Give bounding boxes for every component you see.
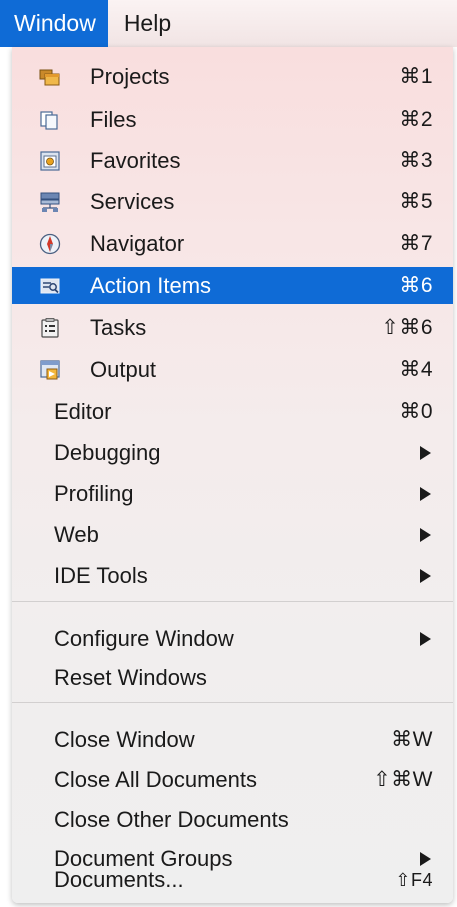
menu-item-reset-windows[interactable]: Reset Windows — [12, 659, 453, 696]
shortcut-label: ⌘7 — [399, 232, 433, 255]
menu-item-label: Services — [90, 188, 175, 214]
window-menu-dropdown: Projects ⌘1 Files ⌘2 Favorites ⌘3 Servic… — [12, 47, 453, 903]
submenu-arrow-icon — [420, 486, 431, 501]
menu-item-label: Editor — [54, 398, 112, 424]
menu-item-label: IDE Tools — [54, 562, 148, 588]
shortcut-label: ⌘1 — [399, 65, 433, 88]
menu-item-label: Profiling — [54, 480, 134, 506]
shortcut-label: ⇧⌘6 — [381, 316, 433, 339]
menu-item-configure-window[interactable]: Configure Window — [12, 620, 453, 657]
menu-item-favorites[interactable]: Favorites ⌘3 — [12, 142, 453, 179]
menu-item-label: Documents... — [54, 867, 184, 892]
menu-help[interactable]: Help — [108, 0, 183, 47]
shortcut-label: ⇧⌘W — [373, 768, 433, 791]
menu-item-output[interactable]: Output ⌘4 — [12, 351, 453, 388]
menu-item-close-all-documents[interactable]: Close All Documents ⇧⌘W — [12, 761, 453, 798]
submenu-arrow-icon — [420, 527, 431, 542]
menu-item-label: Files — [90, 106, 137, 132]
action-items-icon — [40, 278, 60, 293]
menu-item-label: Configure Window — [54, 625, 234, 651]
menu-item-label: Favorites — [90, 147, 181, 173]
shortcut-label: ⌘3 — [399, 149, 433, 172]
output-icon — [40, 359, 60, 379]
favorites-icon — [40, 150, 60, 171]
menu-item-services[interactable]: Services ⌘5 — [12, 183, 453, 220]
navigator-icon — [39, 233, 61, 254]
menu-item-label: Reset Windows — [54, 664, 207, 690]
menu-item-files[interactable]: Files ⌘2 — [12, 101, 453, 138]
services-icon — [40, 192, 60, 212]
shortcut-label: ⌘5 — [399, 190, 433, 213]
menu-bar: Window Help — [0, 0, 457, 47]
menu-item-label: Debugging — [54, 439, 161, 465]
submenu-arrow-icon — [420, 445, 431, 460]
menu-item-label: Navigator — [90, 230, 185, 256]
shortcut-label: ⇧F4 — [395, 869, 433, 890]
menu-item-navigator[interactable]: Navigator ⌘7 — [12, 225, 453, 262]
menu-item-label: Close Window — [54, 726, 195, 752]
menu-item-label: Close Other Documents — [54, 806, 289, 832]
menu-item-label: Close All Documents — [54, 766, 257, 792]
menu-separator — [12, 601, 453, 602]
menu-item-ide-tools[interactable]: IDE Tools — [12, 557, 453, 594]
shortcut-label: ⌘4 — [399, 358, 433, 381]
menu-item-label: Action Items — [90, 272, 212, 298]
menu-item-close-other-documents[interactable]: Close Other Documents — [12, 801, 453, 838]
files-icon — [40, 110, 58, 130]
menu-item-web[interactable]: Web — [12, 516, 453, 553]
menu-item-tasks[interactable]: Tasks ⇧⌘6 — [12, 309, 453, 346]
menu-item-profiling[interactable]: Profiling — [12, 475, 453, 512]
shortcut-label: ⌘0 — [399, 400, 433, 423]
shortcut-label: ⌘6 — [399, 274, 433, 297]
tasks-icon — [41, 317, 59, 338]
menu-window[interactable]: Window — [0, 0, 108, 47]
shortcut-label: ⌘W — [391, 728, 433, 751]
menu-separator — [12, 702, 453, 703]
shortcut-label: ⌘2 — [399, 108, 433, 131]
menu-item-label: Projects — [90, 63, 170, 89]
submenu-arrow-icon — [420, 568, 431, 583]
menu-item-label: Tasks — [90, 314, 147, 340]
menu-item-close-window[interactable]: Close Window ⌘W — [12, 721, 453, 758]
menu-item-documents[interactable]: Documents... ⇧F4 — [12, 863, 453, 897]
submenu-arrow-icon — [420, 631, 431, 646]
menu-item-label: Web — [54, 521, 99, 547]
menu-item-action-items[interactable]: Action Items ⌘6 — [12, 267, 453, 304]
menu-item-projects[interactable]: Projects ⌘1 — [12, 58, 453, 95]
menu-item-debugging[interactable]: Debugging — [12, 434, 453, 471]
menu-item-editor[interactable]: Editor ⌘0 — [12, 393, 453, 430]
menu-item-label: Output — [90, 356, 157, 382]
projects-icon — [39, 69, 60, 85]
